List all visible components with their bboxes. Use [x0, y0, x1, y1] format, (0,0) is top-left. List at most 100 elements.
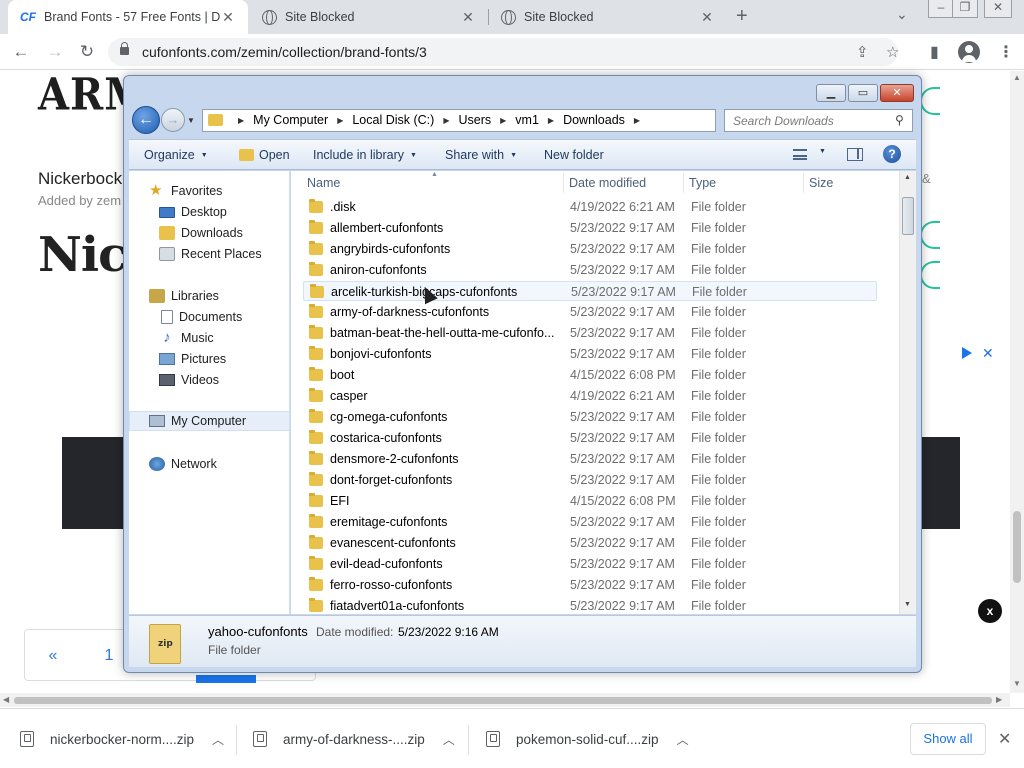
file-row[interactable]: boot 4/15/2022 6:08 PM File folder [303, 365, 877, 385]
file-row[interactable]: casper 4/19/2022 6:21 AM File folder [303, 386, 877, 406]
restore-button[interactable]: ❐ [952, 0, 978, 18]
download-item[interactable]: pokemon-solid-cuf....zip ︿ [486, 723, 689, 755]
sticky-ad-close-button[interactable]: x [978, 599, 1002, 623]
file-row[interactable]: batman-beat-the-hell-outta-me-cufonfo...… [303, 323, 877, 343]
close-window-button[interactable]: ✕ [984, 0, 1012, 18]
explorer-maximize-button[interactable]: ▭ [848, 84, 878, 102]
file-row[interactable]: aniron-cufonfonts 5/23/2022 9:17 AM File f… [303, 260, 877, 280]
download-button-edge[interactable] [920, 87, 940, 115]
column-divider[interactable] [803, 173, 804, 193]
nav-music[interactable]: ♪ Music [129, 328, 290, 348]
scroll-left-arrow-icon[interactable]: ◀ [3, 695, 9, 704]
file-row[interactable]: eremitage-cufonfonts 5/23/2022 9:17 AM Fil… [303, 512, 877, 532]
include-in-library-button[interactable]: Include in library ▼ [313, 148, 417, 162]
file-row[interactable]: army-of-darkness-cufonfonts 5/23/2022 9:1… [303, 302, 877, 322]
column-header-size[interactable]: Size [809, 171, 879, 195]
nav-downloads[interactable]: Downloads [129, 223, 290, 243]
breadcrumb-users[interactable]: Users [458, 113, 491, 127]
views-dropdown-icon[interactable]: ▼ [813, 148, 826, 155]
nav-favorites[interactable]: ★ Favorites [129, 181, 290, 201]
nav-desktop[interactable]: Desktop [129, 202, 290, 222]
chrome-menu-icon[interactable]: ⋮ [998, 42, 1014, 62]
breadcrumb-local-disk[interactable]: Local Disk (C:) [352, 113, 434, 127]
file-row[interactable]: evil-dead-cufonfonts 5/23/2022 9:17 AM Fil… [303, 554, 877, 574]
pagination-prev[interactable]: « [25, 630, 81, 682]
file-row[interactable]: fiatadvert01a-cufonfonts 5/23/2022 9:17 A… [303, 596, 877, 616]
scroll-right-arrow-icon[interactable]: ▶ [996, 695, 1002, 704]
breadcrumb-arrow-icon[interactable]: ▶ [443, 116, 449, 125]
scroll-down-arrow-icon[interactable]: ▼ [904, 601, 911, 608]
download-button-edge[interactable] [920, 221, 940, 249]
file-row[interactable]: densmore-2-cufonfonts 5/23/2022 9:17 AM Fi… [303, 449, 877, 469]
bookmark-star-icon[interactable]: ☆ [886, 43, 899, 61]
file-row[interactable]: cg-omega-cufonfonts 5/23/2022 9:17 AM File… [303, 407, 877, 427]
help-icon[interactable]: ? [883, 145, 901, 163]
breadcrumb-arrow-icon[interactable]: ▶ [634, 116, 640, 125]
breadcrumb-arrow-icon[interactable]: ▶ [500, 116, 506, 125]
close-downloads-bar-icon[interactable]: ✕ [998, 729, 1011, 749]
show-all-button[interactable]: Show all [910, 723, 986, 755]
breadcrumb-my-computer[interactable]: My Computer [253, 113, 328, 127]
recent-pages-dropdown-icon[interactable]: ▼ [187, 116, 195, 125]
pagination-active-page[interactable] [196, 675, 256, 683]
nav-libraries[interactable]: Libraries [129, 286, 290, 306]
file-list-scrollbar[interactable]: ▲ ▼ [899, 171, 916, 614]
nav-videos[interactable]: Videos [129, 370, 290, 390]
tab-brand-fonts[interactable]: CF Brand Fonts - 57 Free Fonts | Do ✕ [8, 0, 248, 34]
file-row[interactable]: evanescent-cufonfonts 5/23/2022 9:17 AM Fi… [303, 533, 877, 553]
file-row[interactable]: costarica-cufonfonts 5/23/2022 9:17 AM Fil… [303, 428, 877, 448]
minimize-button[interactable]: – [928, 0, 954, 18]
tab-site-blocked-1[interactable]: Site Blocked ✕ [250, 0, 488, 34]
tab-close-icon[interactable]: ✕ [460, 9, 476, 26]
scroll-thumb[interactable] [1013, 511, 1021, 583]
download-item[interactable]: nickerbocker-norm....zip ︿ [20, 723, 224, 755]
breadcrumb-arrow-icon[interactable]: ▶ [238, 116, 244, 125]
file-row[interactable]: angrybirds-cufonfonts 5/23/2022 9:17 AM Fi… [303, 239, 877, 259]
file-row[interactable]: EFI 4/15/2022 6:08 PM File folder [303, 491, 877, 511]
tab-close-icon[interactable]: ✕ [699, 9, 715, 26]
nav-my-computer[interactable]: My Computer [129, 411, 290, 431]
column-divider[interactable] [563, 173, 564, 193]
profile-avatar-icon[interactable] [958, 41, 980, 63]
download-button-edge[interactable] [920, 261, 940, 289]
explorer-forward-button[interactable]: → [161, 108, 185, 132]
open-button[interactable]: Open [239, 148, 290, 162]
file-row[interactable]: ferro-rosso-cufonfonts 5/23/2022 9:17 AM F… [303, 575, 877, 595]
column-header-type[interactable]: Type [689, 171, 799, 195]
page-vertical-scrollbar[interactable]: ▲ ▼ [1010, 71, 1024, 693]
page-horizontal-scrollbar[interactable]: ◀ ▶ [0, 693, 1010, 707]
font-name-link[interactable]: Nickerbock [38, 169, 122, 189]
preview-pane-icon[interactable] [847, 148, 863, 161]
scroll-down-arrow-icon[interactable]: ▼ [1013, 679, 1021, 688]
back-button[interactable]: ← [10, 41, 32, 63]
search-icon[interactable]: ⚲ [895, 113, 904, 127]
download-item[interactable]: army-of-darkness-....zip ︿ [253, 723, 455, 755]
new-tab-button[interactable]: + [736, 5, 748, 28]
nav-pictures[interactable]: Pictures [129, 349, 290, 369]
explorer-address-bar[interactable]: ▶ My Computer ▶ Local Disk (C:) ▶ Users … [202, 109, 786, 132]
organize-button[interactable]: Organize ▼ [144, 148, 208, 162]
change-view-icon[interactable] [793, 149, 807, 160]
file-row[interactable]: .disk 4/19/2022 6:21 AM File folder [303, 197, 877, 217]
url-text[interactable]: cufonfonts.com/zemin/collection/brand-fo… [142, 44, 427, 60]
nav-network[interactable]: Network [129, 454, 290, 474]
nav-documents[interactable]: Documents [129, 307, 290, 327]
file-row[interactable]: arcelik-turkish-bigcaps-cufonfonts 5/23/2… [303, 281, 877, 301]
explorer-close-button[interactable]: ✕ [880, 84, 914, 102]
lock-icon[interactable] [120, 42, 129, 55]
reload-button[interactable]: ↻ [76, 41, 98, 63]
column-header-name[interactable]: Name [307, 171, 557, 195]
file-row[interactable]: dont-forget-cufonfonts 5/23/2022 9:17 AM F… [303, 470, 877, 490]
chevron-up-icon[interactable]: ︿ [677, 731, 689, 748]
nav-recent-places[interactable]: Recent Places [129, 244, 290, 264]
explorer-back-button[interactable]: ← [132, 106, 160, 134]
tab-site-blocked-2[interactable]: Site Blocked ✕ [489, 0, 727, 34]
scroll-up-arrow-icon[interactable]: ▲ [1013, 73, 1021, 82]
file-row[interactable]: allembert-cufonfonts 5/23/2022 9:17 AM Fil… [303, 218, 877, 238]
tab-search-chevron-icon[interactable]: ⌄ [896, 6, 908, 23]
explorer-search-box[interactable]: Search Downloads ⚲ [724, 109, 913, 132]
side-panel-icon[interactable]: ▮ [930, 42, 939, 62]
scroll-up-arrow-icon[interactable]: ▲ [904, 174, 911, 181]
column-header-date[interactable]: Date modified [569, 171, 679, 195]
ad-close-icon[interactable]: ✕ [982, 345, 994, 362]
